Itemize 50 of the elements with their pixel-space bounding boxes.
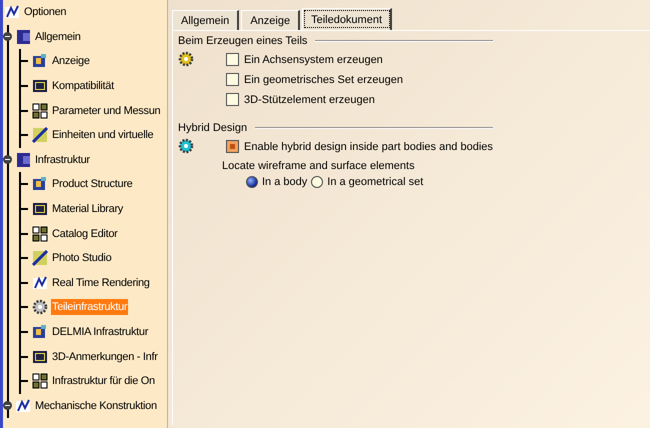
tree-item[interactable]: 3D-Anmerkungen - Infr — [51, 348, 159, 365]
checkbox-label: Ein Achsensystem erzeugen — [244, 54, 383, 66]
tree-item[interactable]: Catalog Editor — [51, 226, 119, 242]
app-icon — [32, 53, 48, 70]
gear-icon — [178, 138, 194, 154]
tree-item[interactable]: Allgemein — [34, 28, 82, 45]
tab[interactable]: Teiledokument — [302, 8, 392, 30]
tree-item[interactable]: Real Time Rendering — [51, 274, 151, 291]
radio-button[interactable]: In a geometrical set — [311, 176, 424, 188]
checkbox[interactable] — [226, 93, 239, 106]
app-icon — [32, 348, 48, 365]
tree-item[interactable]: Kompatibilität — [51, 78, 115, 94]
gear-icon — [178, 51, 194, 67]
collapse-toggle[interactable] — [3, 401, 12, 410]
collapse-toggle[interactable] — [3, 32, 12, 42]
tree-item[interactable]: Infrastruktur für die On — [51, 373, 156, 390]
option-label: Locate wireframe and surface elements — [222, 160, 416, 172]
app-icon — [32, 127, 48, 144]
tree-item[interactable]: DELMIA Infrastruktur — [51, 324, 150, 340]
checkbox-label: 3D-Stützelement erzeugen — [244, 94, 375, 106]
tab[interactable]: Allgemein — [172, 10, 240, 30]
checkbox[interactable] — [226, 73, 239, 86]
app-icon — [32, 102, 48, 119]
radio-button[interactable]: In a body — [246, 176, 308, 188]
group-title: Hybrid Design — [178, 122, 248, 134]
tree-item[interactable]: Anzeige — [51, 53, 91, 70]
tree-item[interactable]: Material Library — [51, 201, 124, 218]
gear-icon — [32, 299, 48, 316]
checkbox[interactable] — [226, 140, 239, 153]
app-icon — [32, 250, 48, 266]
tab[interactable]: Anzeige — [241, 10, 300, 30]
tree-item[interactable]: Photo Studio — [51, 250, 112, 266]
app-icon — [32, 324, 48, 340]
checkbox-label: Enable hybrid design inside part bodies and bodies — [244, 140, 493, 152]
tree-item[interactable]: Infrastruktur — [34, 152, 91, 168]
app-icon — [32, 226, 48, 242]
app-icon — [32, 373, 48, 390]
app-icon — [32, 274, 48, 291]
tree-item[interactable]: Optionen — [23, 4, 68, 20]
group-title: Beim Erzeugen eines Teils — [178, 35, 308, 47]
tree-item[interactable]: Product Structure — [51, 176, 134, 192]
collapse-toggle[interactable] — [3, 155, 12, 164]
tree-item[interactable]: Mechanische Konstruktion — [34, 398, 158, 414]
checkbox-label: Ein geometrisches Set erzeugen — [244, 74, 403, 86]
app-icon — [32, 176, 48, 192]
app-icon — [32, 78, 48, 94]
app-icon — [32, 201, 48, 218]
tree-item[interactable]: Parameter und Messun — [51, 102, 162, 119]
tree-item[interactable]: Einheiten und virtuelle — [51, 127, 154, 144]
checkbox[interactable] — [226, 53, 239, 66]
